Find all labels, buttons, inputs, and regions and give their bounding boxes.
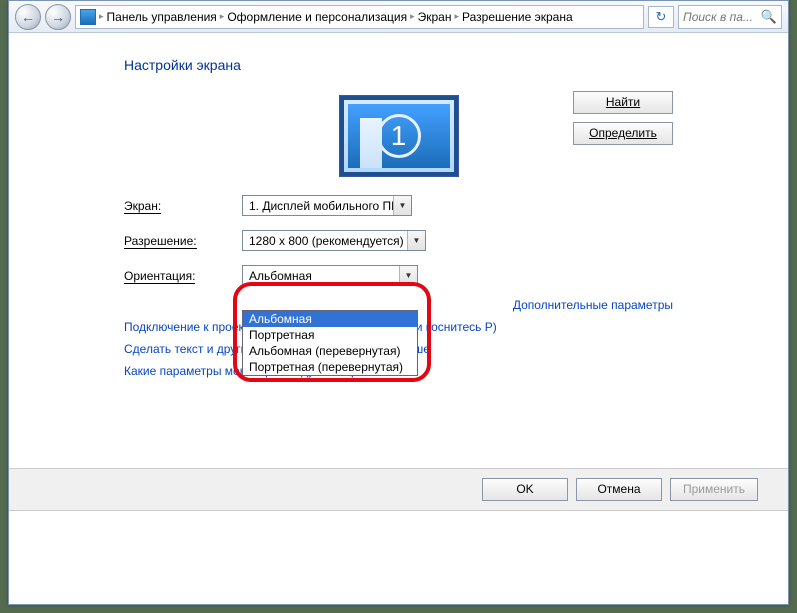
chevron-down-icon[interactable]: ▼ — [399, 266, 417, 285]
advanced-settings-link[interactable]: Дополнительные параметры — [513, 298, 673, 312]
window: ← → ▸ Панель управления ▸ Оформление и п… — [8, 0, 789, 605]
orientation-label: Ориентация: — [124, 269, 242, 283]
forward-button[interactable]: → — [45, 4, 71, 30]
breadcrumb-item[interactable]: Оформление и персонализация — [227, 10, 407, 24]
orientation-dropdown[interactable]: Альбомная Портретная Альбомная (переверн… — [242, 310, 418, 376]
breadcrumb-item[interactable]: Разрешение экрана — [462, 10, 573, 24]
chevron-down-icon[interactable]: ▼ — [393, 196, 411, 215]
chevron-right-icon: ▸ — [454, 11, 459, 22]
breadcrumb-item[interactable]: Экран — [418, 10, 452, 24]
back-button[interactable]: ← — [15, 4, 41, 30]
monitor-number: 1 — [377, 114, 421, 158]
display-combobox[interactable]: 1. Дисплей мобильного ПК ▼ — [242, 195, 412, 216]
dropdown-option[interactable]: Альбомная — [243, 311, 417, 327]
dropdown-option[interactable]: Портретная (перевернутая) — [243, 359, 417, 375]
resolution-combobox[interactable]: 1280 x 800 (рекомендуется) ▼ — [242, 230, 426, 251]
apply-button[interactable]: Применить — [670, 478, 758, 501]
status-area — [9, 510, 788, 604]
navbar: ← → ▸ Панель управления ▸ Оформление и п… — [9, 1, 788, 33]
refresh-button[interactable]: ↻ — [648, 6, 674, 28]
display-label: Экран: — [124, 199, 242, 213]
search-input[interactable] — [683, 10, 761, 24]
display-preview: 1 Найти Определить — [124, 95, 673, 177]
chevron-right-icon: ▸ — [220, 11, 225, 22]
settings-form: Экран: 1. Дисплей мобильного ПК ▼ Разреш… — [124, 195, 673, 286]
control-panel-icon — [80, 9, 96, 25]
find-button[interactable]: Найти — [573, 91, 673, 114]
cancel-button[interactable]: Отмена — [576, 478, 662, 501]
content-area: Настройки экрана 1 Найти Определить Экра… — [9, 33, 788, 468]
search-box[interactable]: 🔍 — [678, 5, 782, 29]
dialog-footer: OK Отмена Применить — [9, 468, 788, 510]
dropdown-option[interactable]: Альбомная (перевернутая) — [243, 343, 417, 359]
chevron-right-icon: ▸ — [99, 11, 104, 22]
orientation-combobox[interactable]: Альбомная ▼ — [242, 265, 418, 286]
monitor-thumbnail[interactable]: 1 — [339, 95, 459, 177]
breadcrumb-item[interactable]: Панель управления — [107, 10, 217, 24]
chevron-right-icon: ▸ — [410, 11, 415, 22]
resolution-label: Разрешение: — [124, 234, 242, 248]
search-icon[interactable]: 🔍 — [761, 9, 777, 25]
address-bar[interactable]: ▸ Панель управления ▸ Оформление и персо… — [75, 5, 644, 29]
dropdown-option[interactable]: Портретная — [243, 327, 417, 343]
monitor-desktop-icon — [360, 118, 382, 168]
page-title: Настройки экрана — [124, 57, 788, 73]
ok-button[interactable]: OK — [482, 478, 568, 501]
detect-button[interactable]: Определить — [573, 122, 673, 145]
chevron-down-icon[interactable]: ▼ — [407, 231, 425, 250]
